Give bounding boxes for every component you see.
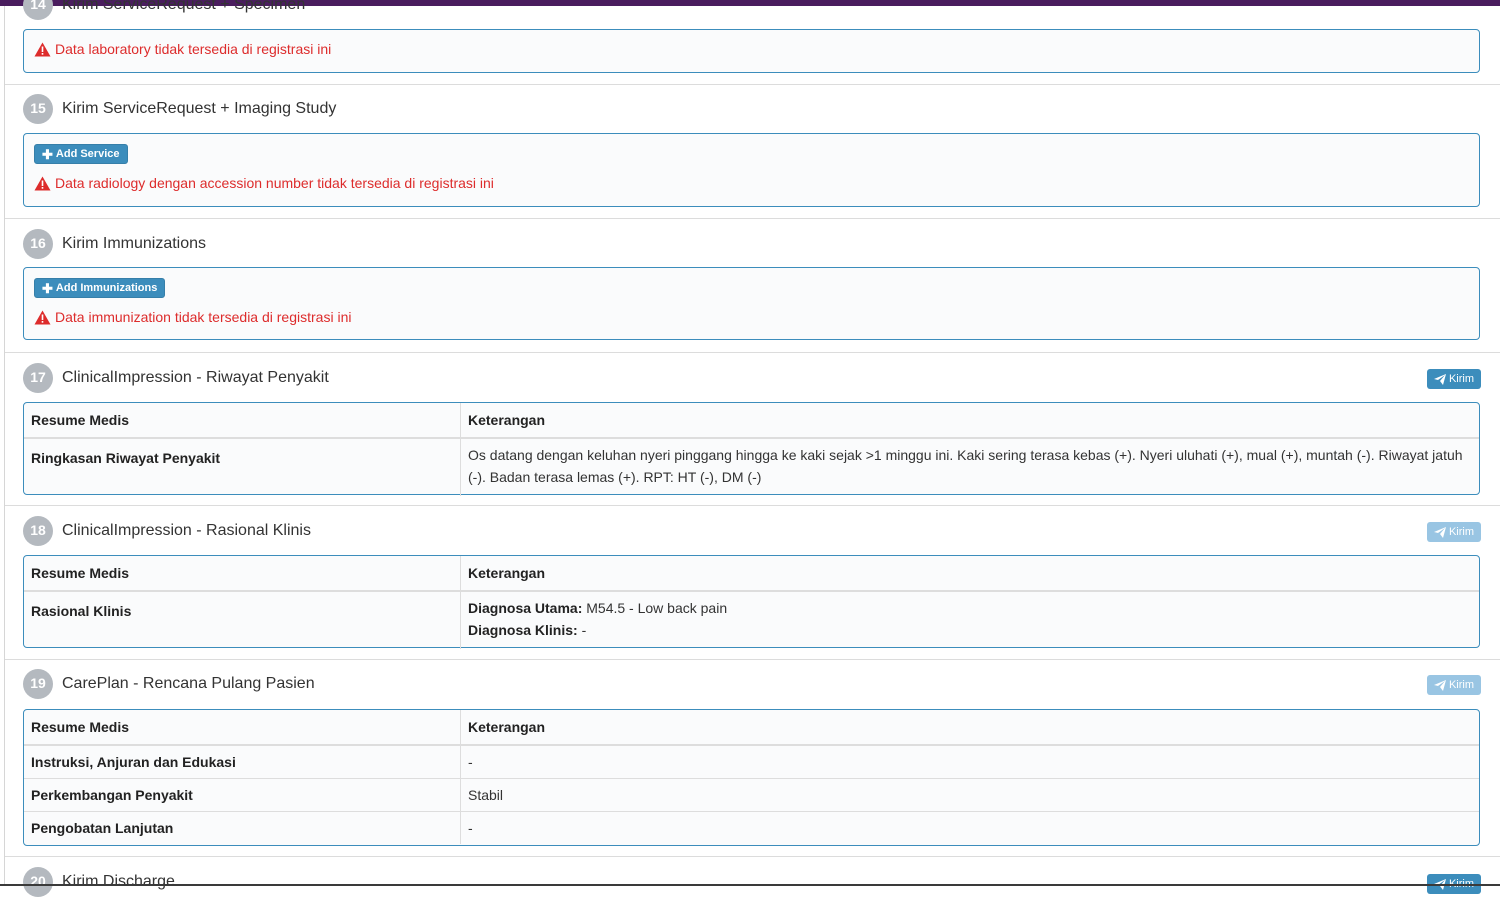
step-number-badge: 20: [23, 867, 53, 897]
table-row: Rasional Klinis Diagnosa Utama: M54.5 - …: [24, 591, 1479, 649]
kirim-label: Kirim: [1448, 526, 1475, 538]
paper-plane-icon: [1433, 526, 1446, 538]
immunization-box: ✚ Add Immunizations Data immunization ti…: [23, 267, 1480, 340]
step-number-badge: 16: [23, 229, 53, 259]
section-title: ClinicalImpression - Riwayat Penyakit: [62, 369, 329, 386]
diagnosa-klinis-value: -: [577, 622, 587, 638]
row-label: Instruksi, Anjuran dan Edukasi: [24, 745, 461, 779]
resume-table: Resume Medis Keterangan Instruksi, Anjur…: [24, 710, 1479, 844]
row-value: -: [468, 820, 473, 836]
warning-triangle-icon: [34, 176, 51, 190]
section-16: 16 Kirim Immunizations ✚ Add Immunizatio…: [5, 218, 1500, 353]
plus-icon: ✚: [42, 280, 53, 296]
section-title: Kirim ServiceRequest + Imaging Study: [62, 100, 337, 117]
row-value: Stabil: [460, 778, 1479, 812]
alert-text: Data laboratory tidak tersedia di regist…: [55, 41, 332, 57]
alert-message: Data radiology dengan accession number t…: [34, 175, 494, 191]
column-header: Resume Medis: [24, 710, 461, 746]
warning-triangle-icon: [34, 310, 51, 324]
lab-message-box: Data laboratory tidak tersedia di regist…: [23, 29, 1480, 73]
row-value: -: [460, 745, 1479, 779]
column-header: Keterangan: [460, 556, 1479, 592]
section-title: CarePlan - Rencana Pulang Pasien: [62, 675, 315, 692]
table-row: Perkembangan Penyakit Stabil: [24, 778, 1479, 812]
table-row: Instruksi, Anjuran dan Edukasi -: [24, 745, 1479, 779]
kirim-label: Kirim: [1448, 373, 1475, 385]
section-20: 20 Kirim Discharge Kirim: [5, 856, 1500, 897]
diagnosa-klinis: Diagnosa Klinis: -: [468, 619, 1472, 641]
paper-plane-icon: [1433, 373, 1446, 385]
row-value: Os datang dengan keluhan nyeri pinggang …: [468, 447, 1463, 485]
step-number-badge: 15: [23, 94, 53, 124]
diagnosa-klinis-label: Diagnosa Klinis:: [468, 622, 578, 638]
column-header: Resume Medis: [24, 556, 461, 592]
column-header: Keterangan: [460, 710, 1479, 746]
alert-text: Data radiology dengan accession number t…: [55, 175, 494, 191]
row-label: Perkembangan Penyakit: [24, 778, 461, 812]
kirim-button[interactable]: Kirim: [1427, 522, 1481, 542]
paper-plane-icon: [1433, 679, 1446, 691]
add-immunizations-label: Add Immunizations: [55, 282, 158, 294]
section-title: Kirim ServiceRequest + Specimen: [62, 0, 306, 13]
row-label: Pengobatan Lanjutan: [24, 811, 461, 844]
kirim-button[interactable]: Kirim: [1427, 369, 1481, 389]
warning-triangle-icon: [34, 42, 51, 56]
section-15: 15 Kirim ServiceRequest + Imaging Study …: [5, 84, 1500, 219]
add-service-button[interactable]: ✚ Add Service: [34, 144, 128, 164]
section-18: 18 ClinicalImpression - Rasional Klinis …: [5, 505, 1500, 660]
resume-table-box: Resume Medis Keterangan Instruksi, Anjur…: [23, 709, 1480, 846]
row-value: Diagnosa Utama: M54.5 - Low back pain Di…: [461, 591, 1480, 649]
step-number-badge: 19: [23, 669, 53, 699]
add-immunizations-button[interactable]: ✚ Add Immunizations: [34, 278, 166, 298]
table-header-row: Resume Medis Keterangan: [24, 556, 1479, 592]
plus-icon: ✚: [42, 146, 53, 162]
row-label: Rasional Klinis: [24, 591, 461, 649]
diagnosa-utama-value: M54.5 - Low back pain: [582, 600, 728, 616]
row-label: Ringkasan Riwayat Penyakit: [24, 438, 461, 496]
step-number-badge: 17: [23, 363, 53, 393]
kirim-button[interactable]: Kirim: [1427, 675, 1481, 695]
alert-text: Data immunization tidak tersedia di regi…: [55, 309, 352, 325]
diagnosa-utama-label: Diagnosa Utama:: [468, 600, 583, 616]
table-header-row: Resume Medis Keterangan: [24, 403, 1479, 439]
kirim-label: Kirim: [1448, 679, 1475, 691]
section-19: 19 CarePlan - Rencana Pulang Pasien Kiri…: [5, 659, 1500, 857]
step-number-badge: 14: [23, 0, 53, 20]
section-title: ClinicalImpression - Rasional Klinis: [62, 522, 311, 539]
table-header-row: Resume Medis Keterangan: [24, 710, 1479, 746]
resume-table-box: Resume Medis Keterangan Ringkasan Riwaya…: [23, 402, 1480, 496]
section-title: Kirim Discharge: [62, 873, 175, 890]
radiology-box: ✚ Add Service Data radiology dengan acce…: [23, 133, 1480, 207]
column-header: Resume Medis: [24, 403, 461, 439]
step-number-badge: 18: [23, 516, 53, 546]
resume-table: Resume Medis Keterangan Ringkasan Riwaya…: [24, 403, 1479, 496]
diagnosa-utama: Diagnosa Utama: M54.5 - Low back pain: [468, 597, 1472, 619]
section-title: Kirim Immunizations: [62, 235, 207, 252]
resume-table-box: Resume Medis Keterangan Rasional Klinis …: [23, 555, 1480, 649]
section-14: 14 Kirim ServiceRequest + Specimen Data …: [5, 0, 1500, 85]
alert-message: Data laboratory tidak tersedia di regist…: [34, 41, 331, 57]
alert-message: Data immunization tidak tersedia di regi…: [34, 309, 351, 325]
resume-table: Resume Medis Keterangan Rasional Klinis …: [24, 556, 1479, 649]
table-row: Ringkasan Riwayat Penyakit Os datang den…: [24, 438, 1479, 496]
add-service-label: Add Service: [55, 148, 120, 160]
table-row: Pengobatan Lanjutan -: [24, 811, 1479, 844]
section-17: 17 ClinicalImpression - Riwayat Penyakit…: [5, 352, 1500, 506]
column-header: Keterangan: [460, 403, 1479, 439]
